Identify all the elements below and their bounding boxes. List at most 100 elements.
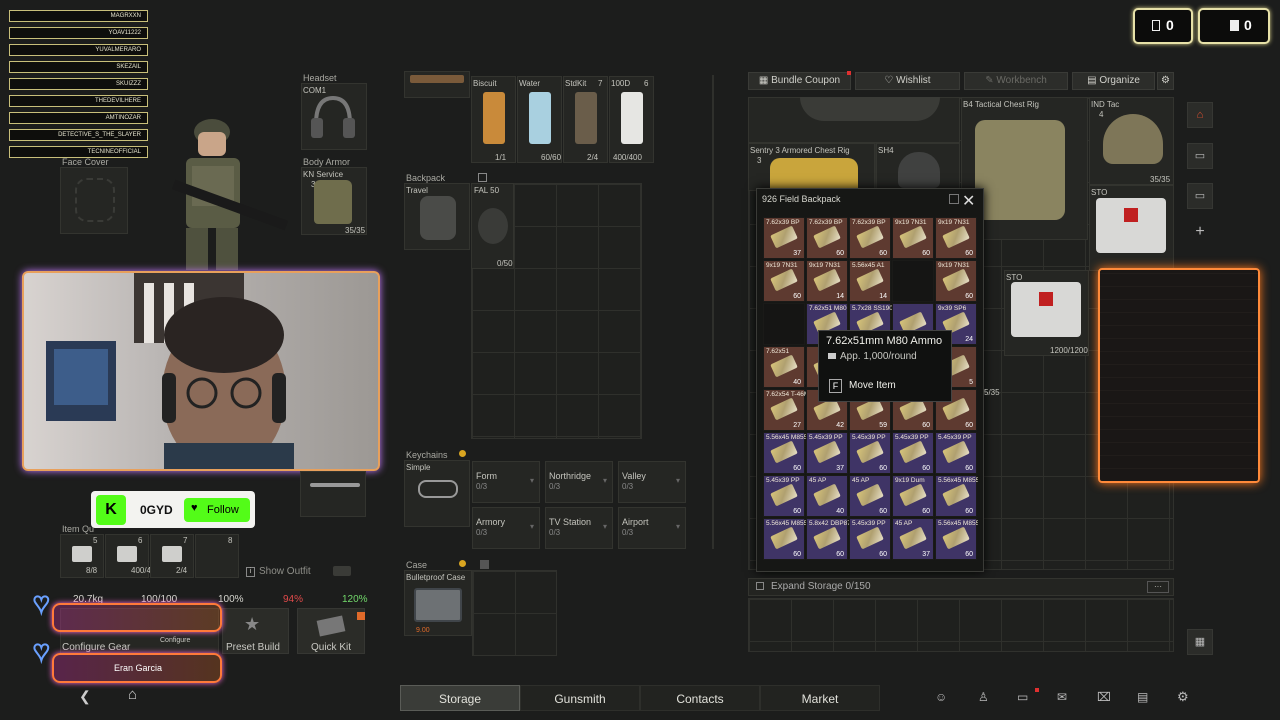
ammo-qty: 40	[836, 508, 844, 515]
rifle-icon	[410, 75, 464, 83]
ammo-cell[interactable]: 7.62x54 T-46M 27	[763, 389, 806, 431]
ammo-icon	[770, 440, 798, 464]
ammo-cell[interactable]: 5.45x39 PP 37	[806, 432, 848, 474]
back-icon[interactable]: ❮	[79, 688, 91, 705]
settings-button[interactable]: ⚙	[1157, 72, 1174, 90]
ammo-cell[interactable]: 45 AP 60	[849, 475, 891, 517]
name-bar: YOAV11222	[9, 27, 148, 39]
team-icon[interactable]: ☺	[935, 690, 947, 704]
supply-item-icon	[483, 92, 505, 144]
ammo-name: 7.62x54 T-46M	[766, 391, 806, 398]
ammo-qty: 14	[879, 293, 887, 300]
ammo-icon	[856, 225, 884, 249]
ammo-cell[interactable]: 45 AP 37	[892, 518, 934, 560]
ammo-cell[interactable]: 5.56x45 M855 60	[935, 475, 978, 517]
ammo-cell[interactable]: 5.8x42 DBP87 60	[806, 518, 849, 560]
supply-qty: 60/60	[541, 153, 562, 162]
storage-icon	[756, 582, 764, 590]
shop-icon[interactable]: ⌧	[1097, 690, 1111, 704]
counter-left[interactable]	[1133, 8, 1193, 44]
ammo-cell[interactable]: 5.45x39 PP 60	[849, 518, 891, 560]
home-icon[interactable]: ⌂	[128, 686, 137, 703]
chest-rig-name: B4 Tactical Chest Rig	[963, 100, 1039, 109]
ammo-name: 5.45x39 PP	[852, 520, 886, 527]
keychain-dropdown-icon: ▾	[603, 476, 608, 485]
ammo-cell[interactable]: 5.45x39 PP 60	[892, 432, 934, 474]
medkit-icon-2	[1011, 282, 1081, 337]
ammo-cell[interactable]: 5.56x45 M855 60	[763, 432, 806, 474]
ammo-cell[interactable]: 7.62x51 40	[763, 346, 805, 388]
show-outfit-toggle[interactable]	[333, 566, 351, 576]
armored-rig-icon	[770, 158, 858, 188]
ammo-cell[interactable]: 9x19 7N31 60	[935, 217, 977, 259]
chat-icon[interactable]: ▭	[1017, 690, 1028, 704]
melee-slot[interactable]	[300, 471, 366, 517]
heart-overlay-icon: ♥	[32, 586, 51, 619]
ammo-icon	[770, 397, 798, 421]
ammo-cell[interactable]: 5.45x39 PP 60	[935, 432, 977, 474]
sh4-icon	[898, 152, 940, 188]
backpack-item: Travel	[406, 186, 428, 195]
mail-icon[interactable]: ✉	[1057, 690, 1067, 704]
backpack-small-icon	[478, 173, 487, 182]
quick-slot-number: 6	[138, 536, 143, 545]
ammo-name: 45 AP	[895, 520, 913, 527]
ammo-cell[interactable]: 5.56x45 M855 60	[935, 518, 978, 560]
ammo-cell[interactable]: 5.45x39 PP 60	[849, 432, 891, 474]
tooltip-action[interactable]: Move Item	[849, 380, 896, 391]
tab-contacts[interactable]: Contacts	[640, 685, 760, 711]
bundle-coupon-button[interactable]: ▦ Bundle Coupon	[748, 72, 851, 90]
ammo-icon	[770, 483, 798, 507]
container-icon-1[interactable]: ▭	[1187, 143, 1213, 169]
tab-market[interactable]: Market	[760, 685, 880, 711]
keychain-sub-name: TV Station	[549, 517, 592, 527]
ammo-icon	[813, 440, 841, 464]
ammo-name: 9x39 SP6	[938, 305, 967, 312]
more-button[interactable]: ···	[1147, 581, 1169, 593]
notes-icon[interactable]: ▤	[1137, 690, 1148, 704]
ammo-cell[interactable]: 9x19 7N31 14	[806, 260, 848, 302]
home-storage-icon[interactable]: ⌂	[1187, 102, 1213, 128]
add-container-icon[interactable]: +	[1187, 220, 1213, 246]
container-icon-2[interactable]: ▭	[1187, 183, 1213, 209]
ammo-cell[interactable]: 7.62x39 BP 37	[763, 217, 805, 259]
ammo-qty: 24	[965, 336, 973, 343]
ammo-icon	[770, 225, 798, 249]
case-item: Bulletproof Case	[406, 573, 466, 582]
tab-gunsmith[interactable]: Gunsmith	[520, 685, 640, 711]
ammo-cell[interactable]: 9x19 7N31 60	[763, 260, 805, 302]
ammo-cell[interactable]: 5.56x45 A1 14	[849, 260, 891, 302]
ammo-qty: 14	[836, 293, 844, 300]
ammo-cell[interactable]: 7.62x39 BP 60	[849, 217, 891, 259]
ammo-cell[interactable]	[763, 303, 805, 345]
wishlist-button[interactable]: ♡ Wishlist	[855, 72, 960, 90]
ammo-cell[interactable]: 9x19 7N31 60	[935, 260, 977, 302]
bottom-container-icon[interactable]: ▦	[1187, 629, 1213, 655]
sh4-name: SH4	[878, 146, 894, 155]
organize-button[interactable]: ▤ Organize	[1072, 72, 1155, 90]
ammo-name: 5.56x45 M855	[766, 520, 806, 527]
ammo-cell[interactable]: 9x19 7N31 60	[892, 217, 934, 259]
coin-icon	[828, 353, 836, 359]
ammo-cell[interactable]: 7.62x39 BP 60	[806, 217, 848, 259]
close-icon[interactable]: ✕	[962, 191, 975, 211]
case-value: 9.00	[416, 627, 430, 634]
workbench-button[interactable]: ✎ Workbench	[964, 72, 1068, 90]
ammo-name: 5.45x39 PP	[809, 434, 843, 441]
ammo-cell[interactable]: 9x19 Dum 60	[892, 475, 934, 517]
profile-icon[interactable]: ♙	[978, 690, 989, 704]
popup-side-num: 5/35	[984, 388, 1000, 397]
ammo-cell[interactable]: 5.45x39 PP 60	[763, 475, 805, 517]
ammo-qty: 5	[969, 379, 973, 386]
case-label: Case	[406, 560, 428, 570]
quick-slot-number: 8	[228, 536, 233, 545]
ammo-cell[interactable]: 5.56x45 M855 60	[763, 518, 806, 560]
ammo-cell[interactable]: 45 AP 40	[806, 475, 848, 517]
ammo-cell[interactable]	[892, 260, 934, 302]
ammo-icon	[942, 440, 970, 464]
tab-storage[interactable]: Storage	[400, 685, 520, 711]
popup-title: 926 Field Backpack	[762, 194, 841, 204]
case-pin-icon	[480, 560, 489, 569]
mag-name: FAL 50	[474, 186, 500, 195]
settings-icon[interactable]: ⚙	[1177, 689, 1189, 705]
